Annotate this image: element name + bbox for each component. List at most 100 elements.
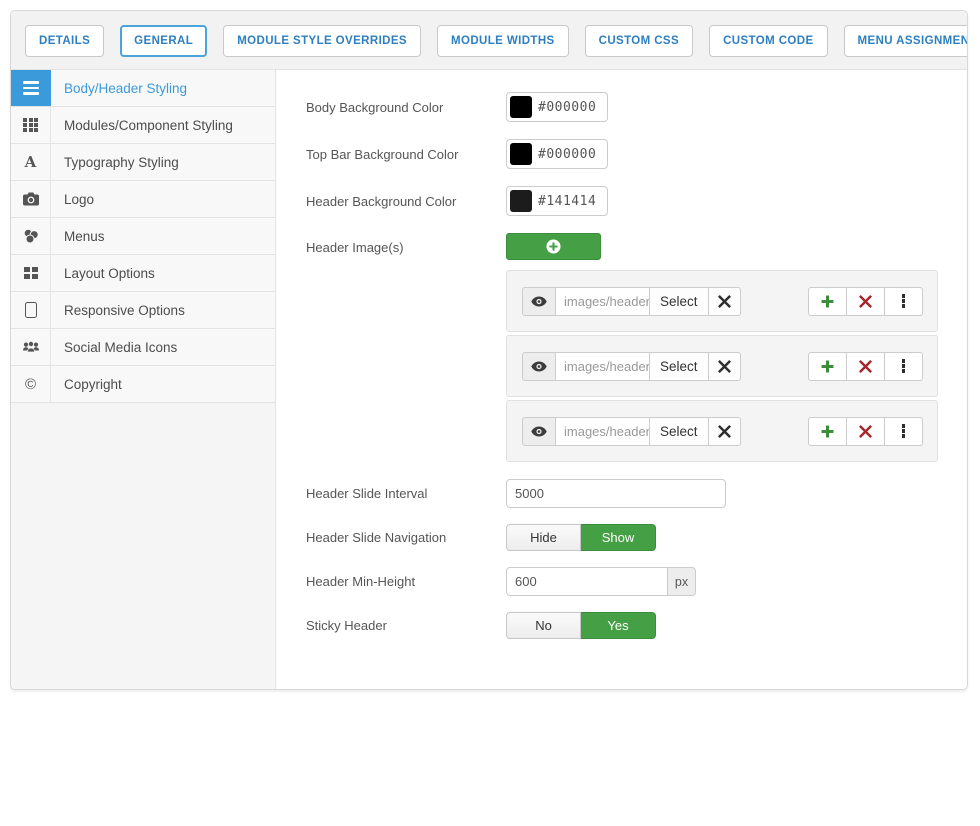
body-background-color-input[interactable]: #000000 [506, 92, 608, 122]
add-header-image-button[interactable] [506, 233, 601, 260]
header-image-row: Select [506, 335, 938, 397]
slide-navigation-show-option[interactable]: Show [581, 524, 656, 551]
tab-menu-assignment[interactable]: MENU ASSIGNMENT [844, 25, 968, 57]
form-row-slide-navigation: Header Slide Navigation Hide Show [306, 524, 947, 551]
sticky-header-toggle: No Yes [506, 612, 656, 639]
add-row-button[interactable] [808, 287, 847, 316]
tab-general[interactable]: GENERAL [120, 25, 207, 57]
font-icon: A [11, 144, 51, 180]
hex-value: #000000 [538, 147, 596, 162]
field-label: Sticky Header [306, 618, 506, 633]
vertical-dots-icon [902, 424, 906, 438]
header-background-color-input[interactable]: #141414 [506, 186, 608, 216]
select-image-button[interactable]: Select [649, 352, 709, 381]
clear-image-button[interactable] [708, 287, 741, 316]
add-row-button[interactable] [808, 417, 847, 446]
sidebar-item-label: Copyright [51, 366, 122, 402]
vertical-dots-icon [902, 294, 906, 308]
sidebar-item-label: Logo [51, 181, 94, 217]
plus-circle-icon [546, 239, 561, 254]
unit-addon: px [668, 567, 696, 596]
tab-custom-css[interactable]: CUSTOM CSS [585, 25, 693, 57]
form-row-body-background-color: Body Background Color #000000 [306, 92, 947, 122]
form-row-slide-interval: Header Slide Interval [306, 479, 947, 508]
sidebar-item-label: Responsive Options [51, 292, 185, 328]
form-row-min-height: Header Min-Height px [306, 567, 947, 596]
grid-icon [11, 107, 51, 143]
sidebar-item-menus[interactable]: Menus [11, 218, 275, 255]
image-path-group: Select [522, 352, 741, 381]
sidebar-item-label: Body/Header Styling [51, 70, 187, 106]
tab-details[interactable]: DETAILS [25, 25, 104, 57]
settings-form: Body Background Color #000000 Top Bar Ba… [276, 70, 967, 689]
row-actions [808, 417, 923, 446]
x-icon [718, 425, 731, 438]
copyright-icon: © [11, 366, 51, 402]
min-height-group: px [506, 567, 696, 596]
sidebar-item-label: Typography Styling [51, 144, 179, 180]
select-image-button[interactable]: Select [649, 417, 709, 446]
x-icon [859, 425, 872, 438]
sidebar-item-typography-styling[interactable]: A Typography Styling [11, 144, 275, 181]
hex-value: #141414 [538, 194, 596, 209]
vertical-dots-icon [902, 359, 906, 373]
field-label: Body Background Color [306, 100, 506, 115]
sidebar-item-modules-component-styling[interactable]: Modules/Component Styling [11, 107, 275, 144]
drag-handle-button[interactable] [884, 417, 923, 446]
sidebar-item-social-media-icons[interactable]: Social Media Icons [11, 329, 275, 366]
slide-interval-input[interactable] [506, 479, 726, 508]
sidebar-item-copyright[interactable]: © Copyright [11, 366, 275, 403]
x-icon [859, 295, 872, 308]
remove-row-button[interactable] [846, 417, 885, 446]
row-actions [808, 352, 923, 381]
sidebar-item-logo[interactable]: Logo [11, 181, 275, 218]
sidebar-item-label: Modules/Component Styling [51, 107, 233, 143]
x-icon [718, 295, 731, 308]
slide-navigation-toggle: Hide Show [506, 524, 656, 551]
field-label: Header Slide Navigation [306, 530, 506, 545]
remove-row-button[interactable] [846, 287, 885, 316]
header-image-row: Select [506, 270, 938, 332]
color-swatch [510, 143, 532, 165]
field-label: Top Bar Background Color [306, 147, 506, 162]
sidebar-item-responsive-options[interactable]: Responsive Options [11, 292, 275, 329]
plus-icon [821, 360, 834, 373]
x-icon [859, 360, 872, 373]
sticky-header-no-option[interactable]: No [506, 612, 581, 639]
plus-icon [821, 425, 834, 438]
clear-image-button[interactable] [708, 417, 741, 446]
sidebar-item-label: Menus [51, 218, 105, 254]
row-actions [808, 287, 923, 316]
color-swatch [510, 96, 532, 118]
eye-icon[interactable] [522, 287, 556, 316]
eye-icon[interactable] [522, 352, 556, 381]
drag-handle-button[interactable] [884, 287, 923, 316]
sidebar-item-body-header-styling[interactable]: Body/Header Styling [11, 70, 275, 107]
select-image-button[interactable]: Select [649, 287, 709, 316]
min-height-input[interactable] [506, 567, 668, 596]
header-images-repeater: Select [506, 233, 938, 465]
clear-image-button[interactable] [708, 352, 741, 381]
field-label: Header Min-Height [306, 574, 506, 589]
add-row-button[interactable] [808, 352, 847, 381]
eye-icon[interactable] [522, 417, 556, 446]
image-path-input[interactable] [556, 287, 650, 316]
image-path-input[interactable] [556, 417, 650, 446]
settings-sidebar: Body/Header Styling Modules/Component St… [11, 70, 276, 689]
tab-module-widths[interactable]: MODULE WIDTHS [437, 25, 569, 57]
tab-bar: DETAILS GENERAL MODULE STYLE OVERRIDES M… [11, 11, 967, 70]
drag-handle-button[interactable] [884, 352, 923, 381]
form-row-topbar-background-color: Top Bar Background Color #000000 [306, 139, 947, 169]
image-path-input[interactable] [556, 352, 650, 381]
tab-custom-code[interactable]: CUSTOM CODE [709, 25, 827, 57]
hamburger-icon [11, 70, 51, 106]
header-image-row: Select [506, 400, 938, 462]
x-icon [718, 360, 731, 373]
layout-grid-icon [11, 255, 51, 291]
slide-navigation-hide-option[interactable]: Hide [506, 524, 581, 551]
tab-module-style-overrides[interactable]: MODULE STYLE OVERRIDES [223, 25, 421, 57]
sidebar-item-layout-options[interactable]: Layout Options [11, 255, 275, 292]
topbar-background-color-input[interactable]: #000000 [506, 139, 608, 169]
remove-row-button[interactable] [846, 352, 885, 381]
sticky-header-yes-option[interactable]: Yes [581, 612, 656, 639]
